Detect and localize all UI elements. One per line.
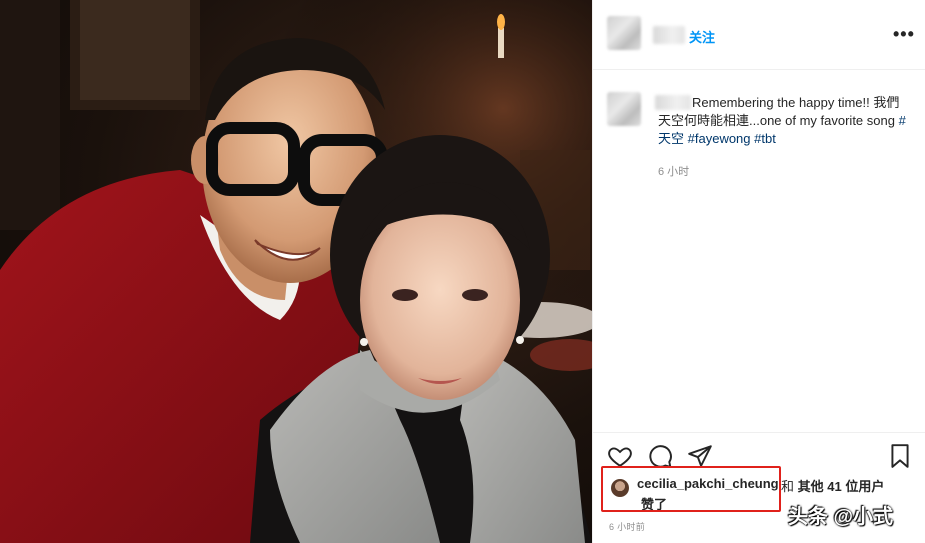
more-options-icon[interactable]: ••• (893, 24, 915, 45)
highlight-annotation-box (601, 466, 781, 512)
hashtag-link[interactable]: #tbt (754, 131, 776, 146)
caption-text: Remembering the happy time!! 我們天空何時能相連..… (658, 95, 900, 128)
author-avatar[interactable] (607, 16, 641, 50)
likes-others[interactable]: 和 其他 41 位用户 (781, 476, 884, 495)
watermark-text: 头条 @小式 (788, 506, 894, 528)
follow-button[interactable]: 关注 (689, 27, 715, 46)
post-photo[interactable] (0, 0, 592, 543)
photo-illustration (0, 0, 592, 543)
post-header: 关注 ••• (593, 0, 925, 70)
bookmark-icon[interactable] (887, 443, 913, 469)
post-side-panel: 关注 ••• Remembering the happy time!! 我們天空… (592, 0, 925, 543)
post-timestamp[interactable]: 6 小时前 (609, 520, 645, 533)
caption-author-avatar[interactable] (607, 92, 641, 126)
likes-connector: 和 (781, 479, 795, 494)
author-username-blurred[interactable] (653, 26, 685, 44)
hashtag-link[interactable]: #fayewong (688, 131, 751, 146)
post-caption: Remembering the happy time!! 我們天空何時能相連..… (658, 94, 908, 148)
likes-others-count[interactable]: 其他 41 位用户 (798, 479, 885, 494)
caption-timestamp[interactable]: 6 小时 (658, 163, 689, 179)
